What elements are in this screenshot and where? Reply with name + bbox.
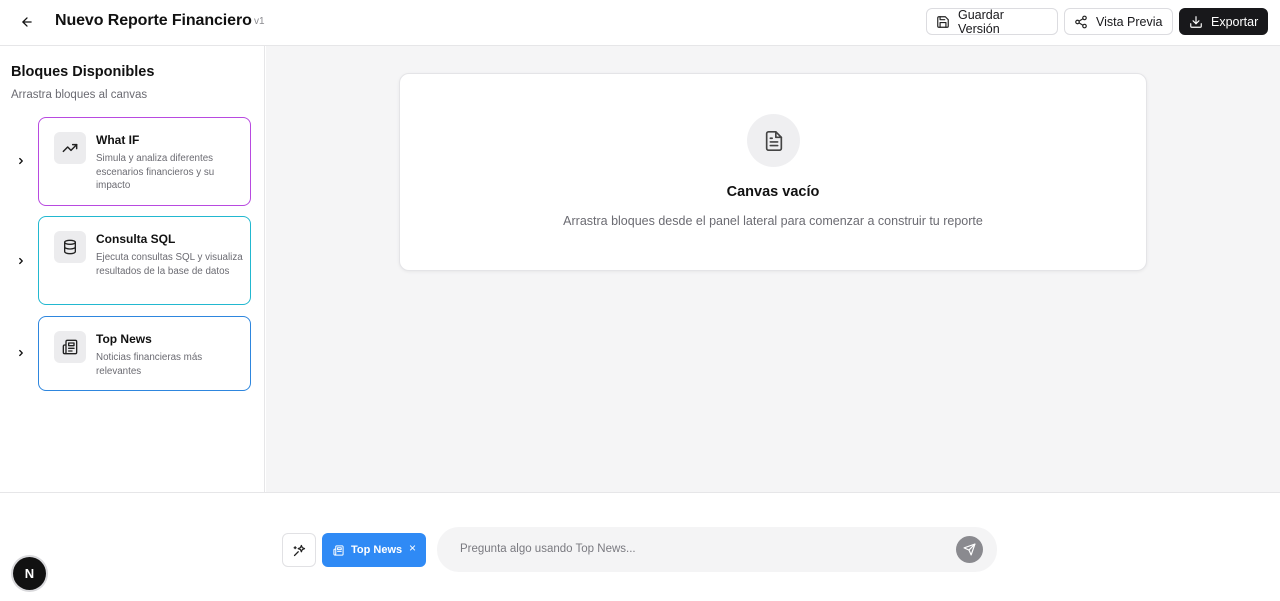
top-bar: Nuevo Reporte Financiero v1 Guardar Vers…	[0, 0, 1280, 46]
empty-canvas-card: Canvas vacío Arrastra bloques desde el p…	[399, 73, 1147, 271]
app-logo-badge[interactable]: N	[13, 557, 46, 590]
block-consulta-sql[interactable]: Consulta SQL Ejecuta consultas SQL y vis…	[38, 216, 251, 305]
send-button[interactable]	[956, 536, 983, 563]
chip-label: Top News	[351, 544, 403, 556]
chevron-right-icon	[19, 157, 23, 165]
chip-close-icon[interactable]: ×	[409, 541, 416, 555]
newspaper-icon	[62, 339, 78, 355]
empty-icon-circle	[747, 114, 800, 167]
chevron-right-icon	[19, 349, 23, 357]
block-icon-container	[54, 331, 86, 363]
block-description: Ejecuta consultas SQL y visualiza result…	[96, 252, 243, 277]
newspaper-icon	[333, 544, 344, 556]
block-what-if[interactable]: What IF Simula y analiza diferentes esce…	[38, 117, 251, 206]
block-title: What IF	[96, 133, 140, 147]
expand-consulta-sql-button[interactable]	[15, 255, 27, 267]
ai-sparkles-button[interactable]	[282, 533, 316, 567]
block-description: Simula y analiza diferentes escenarios f…	[96, 153, 215, 191]
block-title: Top News	[96, 332, 152, 346]
file-text-icon	[765, 130, 782, 151]
ask-container	[437, 527, 997, 572]
empty-canvas-title: Canvas vacío	[726, 184, 820, 200]
send-icon	[963, 543, 976, 556]
empty-canvas-text: Arrastra bloques desde el panel lateral …	[563, 214, 983, 228]
sparkles-icon	[293, 544, 305, 556]
chat-bar: Top News × N	[0, 492, 1280, 601]
export-label: Exportar	[1211, 14, 1259, 29]
back-button[interactable]	[16, 11, 38, 33]
download-icon	[1190, 15, 1202, 28]
chevron-right-icon	[19, 257, 23, 265]
context-chip-top-news: Top News ×	[322, 533, 426, 567]
blocks-sidebar: Bloques Disponibles Arrastra bloques al …	[0, 46, 265, 492]
report-canvas[interactable]: Canvas vacío Arrastra bloques desde el p…	[266, 46, 1280, 492]
block-top-news[interactable]: Top News Noticias financieras más releva…	[38, 316, 251, 391]
export-button[interactable]: Exportar	[1179, 8, 1268, 35]
sidebar-title: Bloques Disponibles	[11, 64, 155, 80]
share-icon	[1075, 15, 1087, 28]
preview-button[interactable]: Vista Previa	[1064, 8, 1173, 35]
save-version-label: Guardar Versión	[958, 7, 1004, 36]
version-badge: v1	[254, 16, 265, 27]
app-root: Nuevo Reporte Financiero v1 Guardar Vers…	[0, 0, 1280, 601]
block-icon-container	[54, 231, 86, 263]
database-icon	[64, 239, 76, 255]
arrow-left-icon	[22, 17, 32, 27]
sidebar-subtitle: Arrastra bloques al canvas	[11, 89, 148, 101]
report-title: Nuevo Reporte Financiero	[55, 12, 252, 29]
expand-what-if-button[interactable]	[15, 155, 27, 167]
save-version-button[interactable]: Guardar Versión	[926, 7, 1058, 36]
preview-label: Vista Previa	[1096, 14, 1163, 29]
block-title: Consulta SQL	[96, 232, 176, 246]
ask-input[interactable]	[443, 532, 953, 566]
block-description: Noticias financieras más relevantes	[96, 352, 203, 377]
block-icon-container	[54, 132, 86, 164]
save-icon	[937, 15, 949, 28]
trending-up-icon	[62, 143, 78, 153]
expand-top-news-button[interactable]	[15, 347, 27, 359]
